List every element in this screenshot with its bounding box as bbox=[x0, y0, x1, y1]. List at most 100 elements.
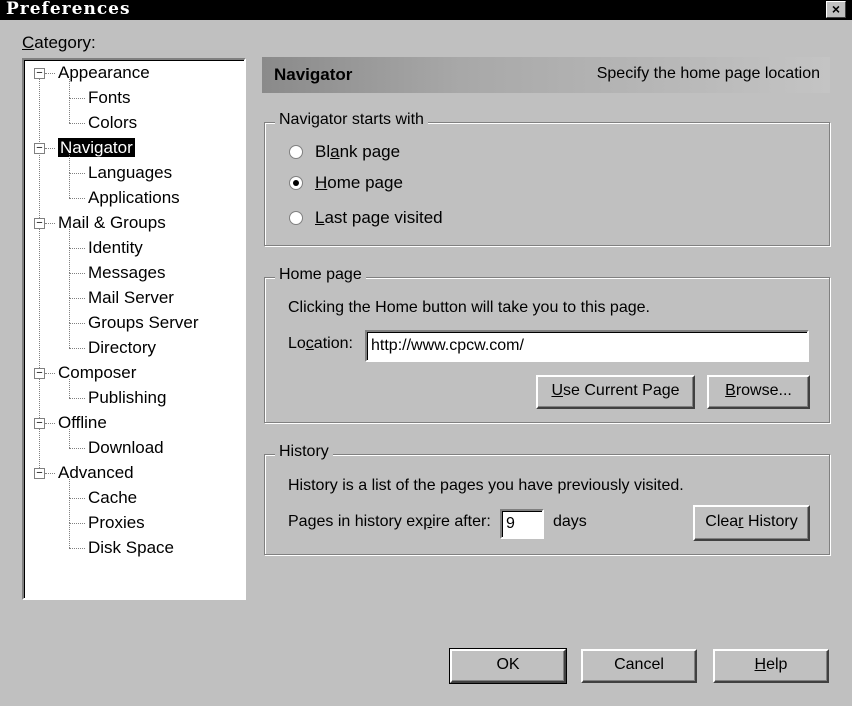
tree-item-label: Languages bbox=[88, 163, 173, 182]
history-description: History is a list of the pages you have … bbox=[288, 477, 684, 494]
help-button[interactable]: Help bbox=[713, 649, 829, 683]
clear-history-button[interactable]: Clear History bbox=[693, 505, 810, 541]
cancel-button[interactable]: Cancel bbox=[581, 649, 697, 683]
collapse-icon[interactable]: − bbox=[34, 468, 45, 479]
tree-connector bbox=[69, 273, 85, 274]
tree-item-download[interactable]: Download bbox=[88, 437, 164, 459]
tree-connector bbox=[45, 473, 55, 474]
tree-connector bbox=[69, 498, 85, 499]
tree-item-mail-groups[interactable]: Mail & Groups bbox=[58, 212, 166, 234]
radio-button[interactable] bbox=[289, 211, 303, 225]
starts-with-legend: Navigator starts with bbox=[275, 111, 428, 129]
history-days-input[interactable] bbox=[500, 509, 544, 539]
radio-label: Home page bbox=[315, 173, 403, 192]
tree-connector bbox=[69, 548, 85, 549]
tree-connector bbox=[69, 248, 85, 249]
tree-item-label: Mail & Groups bbox=[58, 213, 166, 232]
tree-connector bbox=[69, 523, 85, 524]
ok-button[interactable]: OK bbox=[449, 648, 567, 684]
collapse-icon[interactable]: − bbox=[34, 418, 45, 429]
tree-root-connector bbox=[39, 79, 40, 468]
tree-item-cache[interactable]: Cache bbox=[88, 487, 137, 509]
tree-item-colors[interactable]: Colors bbox=[88, 112, 137, 134]
tree-item-label: Colors bbox=[88, 113, 138, 132]
tree-connector bbox=[69, 123, 85, 124]
radio-label: Last page visited bbox=[315, 208, 443, 227]
home-page-description: Clicking the Home button will take you t… bbox=[288, 299, 650, 316]
tree-item-label: Identity bbox=[88, 238, 143, 257]
tree-connector bbox=[69, 198, 85, 199]
history-legend: History bbox=[275, 443, 333, 461]
tree-item-identity[interactable]: Identity bbox=[88, 237, 143, 259]
tree-connector bbox=[45, 73, 55, 74]
tree-item-label: Download bbox=[88, 438, 164, 457]
collapse-icon[interactable]: − bbox=[34, 368, 45, 379]
radio-label: Blank page bbox=[315, 142, 401, 161]
tree-item-label: Publishing bbox=[88, 388, 167, 407]
tree-connector bbox=[69, 98, 85, 99]
tree-connector bbox=[45, 148, 55, 149]
tree-item-directory[interactable]: Directory bbox=[88, 337, 156, 359]
tree-item-label: Cache bbox=[88, 488, 138, 507]
tree-connector bbox=[45, 373, 55, 374]
tree-connector bbox=[69, 173, 70, 198]
tree-connector bbox=[69, 498, 70, 523]
location-label: Location: bbox=[288, 335, 353, 352]
radio-button[interactable] bbox=[289, 145, 303, 159]
expire-label: Pages in history expire after: bbox=[288, 513, 491, 530]
tree-item-proxies[interactable]: Proxies bbox=[88, 512, 145, 534]
tree-connector bbox=[69, 448, 85, 449]
tree-item-mail-server[interactable]: Mail Server bbox=[88, 287, 174, 309]
tree-item-offline[interactable]: Offline bbox=[58, 412, 107, 434]
tree-connector bbox=[69, 248, 70, 273]
tree-connector bbox=[69, 323, 70, 348]
tree-item-applications[interactable]: Applications bbox=[88, 187, 180, 209]
tree-item-label: Proxies bbox=[88, 513, 145, 532]
tree-connector bbox=[69, 429, 70, 448]
tree-connector bbox=[69, 173, 85, 174]
tree-item-appearance[interactable]: Appearance bbox=[58, 62, 150, 84]
tree-item-fonts[interactable]: Fonts bbox=[88, 87, 131, 109]
tree-item-label: Offline bbox=[58, 413, 107, 432]
tree-connector bbox=[69, 298, 85, 299]
tree-item-groups-server[interactable]: Groups Server bbox=[88, 312, 199, 334]
tree-item-messages[interactable]: Messages bbox=[88, 262, 165, 284]
tree-connector bbox=[69, 273, 70, 298]
tree-item-label: Directory bbox=[88, 338, 157, 357]
panel-subtitle: Specify the home page location bbox=[596, 65, 820, 82]
tree-item-publishing[interactable]: Publishing bbox=[88, 387, 166, 409]
collapse-icon[interactable]: − bbox=[34, 143, 45, 154]
tree-connector bbox=[45, 423, 55, 424]
tree-item-label: Mail Server bbox=[88, 288, 174, 307]
tree-item-label: Disk Space bbox=[88, 538, 174, 557]
tree-connector bbox=[69, 479, 70, 498]
home-page-legend: Home page bbox=[275, 266, 366, 284]
starts-with-group: Navigator starts with Blank page Home pa… bbox=[264, 111, 830, 246]
tree-connector bbox=[69, 79, 70, 98]
location-input[interactable] bbox=[365, 330, 809, 362]
close-icon[interactable]: × bbox=[826, 1, 846, 18]
tree-connector bbox=[69, 348, 85, 349]
category-tree[interactable]: Appearance − Fonts Colors Navigator − Language… bbox=[22, 58, 246, 600]
home-page-group: Home page Clicking the Home button will … bbox=[264, 266, 830, 423]
tree-connector bbox=[69, 398, 85, 399]
tree-connector bbox=[69, 298, 70, 323]
collapse-icon[interactable]: − bbox=[34, 68, 45, 79]
tree-item-languages[interactable]: Languages bbox=[88, 162, 172, 184]
history-group: History History is a list of the pages y… bbox=[264, 443, 830, 555]
radio-button-checked[interactable] bbox=[289, 176, 303, 190]
category-label: Category: bbox=[22, 33, 96, 52]
tree-item-label: Groups Server bbox=[88, 313, 199, 332]
tree-connector bbox=[45, 223, 55, 224]
tree-item-disk-space[interactable]: Disk Space bbox=[88, 537, 174, 559]
tree-item-label: Applications bbox=[88, 188, 180, 207]
use-current-page-button[interactable]: Use Current Page bbox=[536, 375, 695, 409]
tree-connector bbox=[69, 523, 70, 548]
collapse-icon[interactable]: − bbox=[34, 218, 45, 229]
window-title: Preferences bbox=[6, 0, 131, 19]
tree-connector bbox=[69, 323, 85, 324]
tree-connector bbox=[69, 98, 70, 123]
panel-header: Navigator Specify the home page location bbox=[262, 57, 830, 93]
panel-title: Navigator bbox=[274, 65, 353, 84]
browse-button[interactable]: Browse... bbox=[707, 375, 810, 409]
